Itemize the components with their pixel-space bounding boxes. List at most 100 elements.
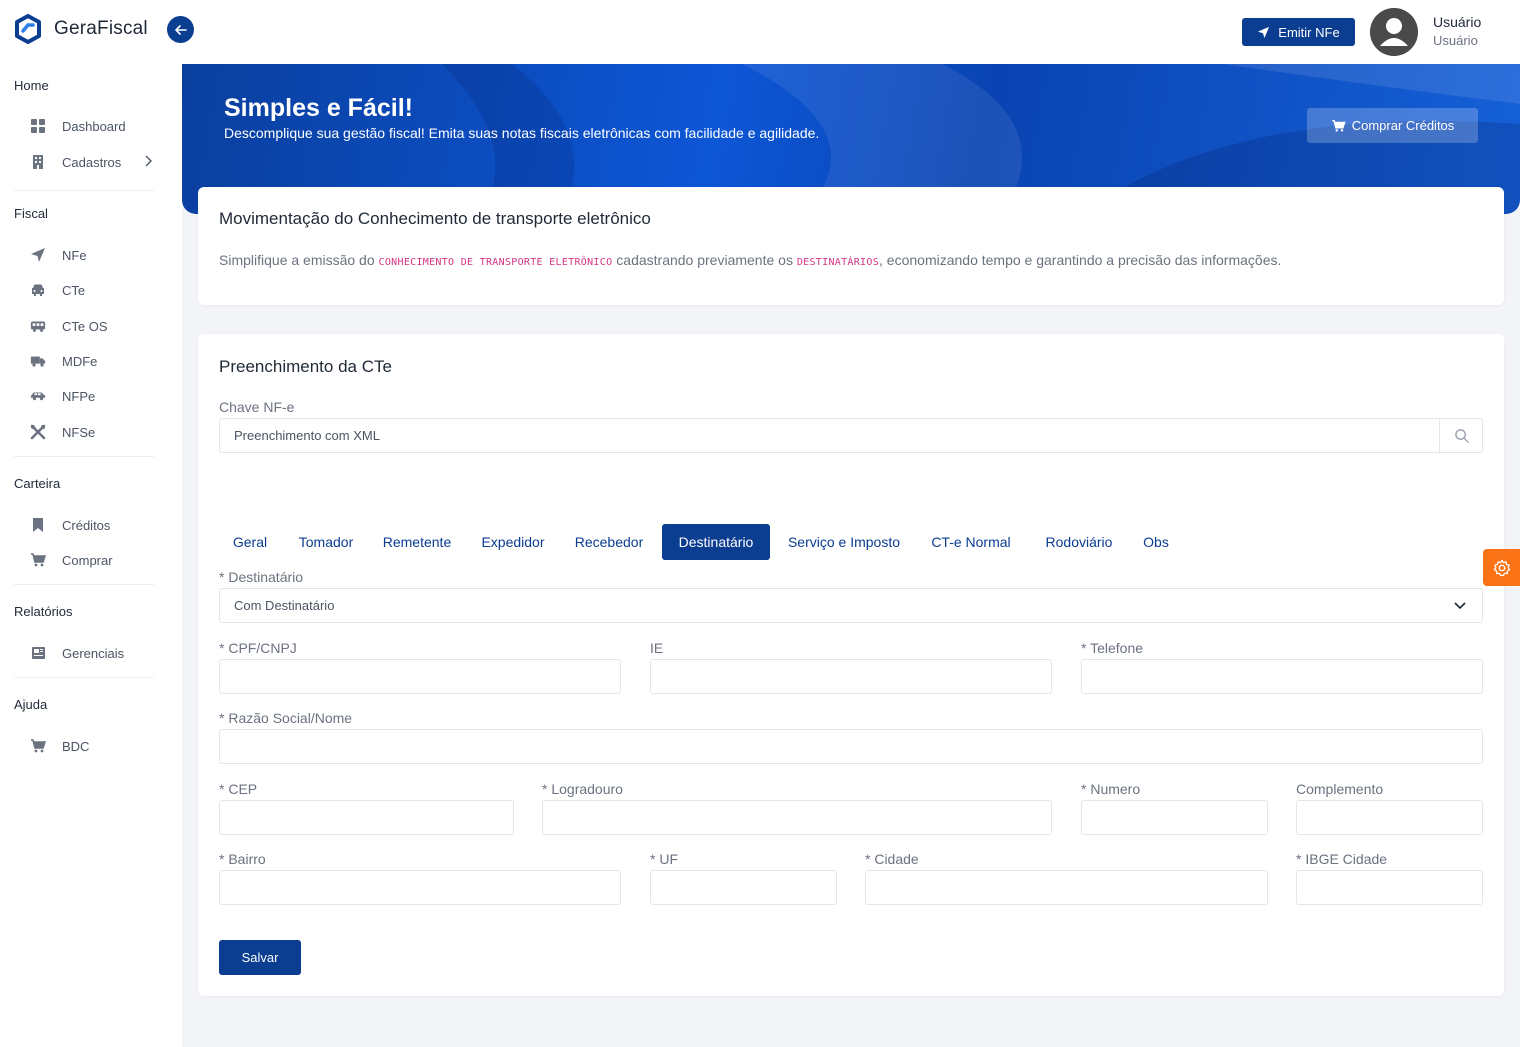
cart-icon bbox=[1332, 119, 1346, 132]
buy-credits-button[interactable]: Comprar Créditos bbox=[1307, 108, 1478, 143]
logradouro-input[interactable] bbox=[542, 800, 1052, 835]
razao-social-input[interactable] bbox=[219, 729, 1483, 764]
sidebar-item-label: Créditos bbox=[62, 517, 111, 533]
cart-icon bbox=[30, 552, 46, 568]
sidebar-item-bdc[interactable]: BDC bbox=[30, 734, 160, 758]
ibge-cidade-input[interactable] bbox=[1296, 870, 1483, 905]
sidebar-item-comprar[interactable]: Comprar bbox=[30, 548, 160, 572]
banner-title: Simples e Fácil! bbox=[224, 94, 413, 122]
code-highlight: DESTINATÁRIOS bbox=[796, 257, 880, 268]
info-card-description: Simplifique a emissão do CONHECIMENTO DE… bbox=[219, 252, 1281, 268]
bairro-label: * Bairro bbox=[219, 851, 266, 867]
chevron-right-icon bbox=[145, 155, 152, 167]
sidebar-item-label: Comprar bbox=[62, 552, 113, 568]
car-icon bbox=[30, 282, 46, 298]
sidebar-item-label: MDFe bbox=[62, 353, 98, 369]
truck-icon bbox=[30, 353, 46, 369]
destinatario-value: Com Destinatário bbox=[234, 598, 335, 613]
uf-input[interactable] bbox=[650, 870, 837, 905]
divider bbox=[14, 456, 154, 457]
telefone-input[interactable] bbox=[1081, 659, 1483, 694]
sidebar-item-dashboard[interactable]: Dashboard bbox=[30, 114, 160, 138]
sidebar-item-label: NFe bbox=[62, 247, 87, 263]
tab-rodoviario[interactable]: Rodoviário bbox=[1034, 524, 1124, 560]
desc-text: Simplifique a emissão do bbox=[219, 252, 379, 268]
search-icon bbox=[1454, 429, 1469, 443]
divider bbox=[14, 190, 154, 191]
user-role: Usuário bbox=[1433, 33, 1478, 48]
sidebar-item-label: Dashboard bbox=[62, 118, 126, 134]
collapse-sidebar-button[interactable] bbox=[167, 16, 194, 43]
section-title-fiscal: Fiscal bbox=[14, 206, 48, 221]
section-title-home: Home bbox=[14, 78, 49, 93]
settings-button[interactable] bbox=[1483, 549, 1520, 586]
avatar[interactable] bbox=[1370, 8, 1418, 56]
sidebar-item-label: Cadastros bbox=[62, 154, 122, 170]
complemento-label: Complemento bbox=[1296, 781, 1384, 797]
building-icon bbox=[30, 154, 46, 170]
info-card-title: Movimentação do Conhecimento de transpor… bbox=[219, 209, 651, 228]
chave-nfe-label: Chave NF-e bbox=[219, 399, 295, 415]
telefone-label: * Telefone bbox=[1081, 640, 1144, 656]
newspaper-icon bbox=[30, 645, 46, 661]
search-button[interactable] bbox=[1439, 419, 1482, 452]
tab-remetente[interactable]: Remetente bbox=[374, 524, 460, 560]
numero-input[interactable] bbox=[1081, 800, 1268, 835]
tab-recebedor[interactable]: Recebedor bbox=[567, 524, 651, 560]
sidebar-item-label: NFPe bbox=[62, 388, 96, 404]
razao-social-label: * Razão Social/Nome bbox=[219, 710, 353, 726]
tab-obs[interactable]: Obs bbox=[1134, 524, 1178, 560]
tab-cte-normal[interactable]: CT-e Normal bbox=[922, 524, 1020, 560]
cpf-cnpj-label: * CPF/CNPJ bbox=[219, 640, 297, 656]
bairro-input[interactable] bbox=[219, 870, 621, 905]
cidade-label: * Cidade bbox=[865, 851, 919, 867]
cep-input[interactable] bbox=[219, 800, 514, 835]
sidebar-item-nfpe[interactable]: NFPe bbox=[30, 384, 160, 408]
sidebar-item-nfe[interactable]: NFe bbox=[30, 243, 160, 267]
complemento-input[interactable] bbox=[1296, 800, 1483, 835]
gerafiscal-logo-icon bbox=[15, 14, 41, 44]
tab-expedidor[interactable]: Expedidor bbox=[472, 524, 554, 560]
save-button[interactable]: Salvar bbox=[219, 940, 301, 975]
tab-tomador[interactable]: Tomador bbox=[289, 524, 363, 560]
cart-icon bbox=[30, 738, 46, 754]
user-icon bbox=[1370, 8, 1418, 56]
tab-destinatario[interactable]: Destinatário bbox=[662, 524, 770, 560]
brand[interactable]: GeraFiscal bbox=[14, 14, 148, 44]
sidebar-item-cadastros[interactable]: Cadastros bbox=[30, 150, 160, 174]
sidebar-item-creditos[interactable]: Créditos bbox=[30, 513, 160, 537]
user-name: Usuário bbox=[1433, 14, 1482, 30]
divider bbox=[14, 584, 154, 585]
cidade-input[interactable] bbox=[865, 870, 1268, 905]
sidebar-item-label: BDC bbox=[62, 738, 90, 754]
banner-subtitle: Descomplique sua gestão fiscal! Emita su… bbox=[224, 125, 820, 141]
chevron-down-icon bbox=[1454, 602, 1466, 610]
sidebar-item-cte[interactable]: CTe bbox=[30, 278, 160, 302]
cpf-cnpj-input[interactable] bbox=[219, 659, 621, 694]
emit-nfe-button[interactable]: Emitir NFe bbox=[1242, 18, 1355, 46]
code-highlight: CONHECIMENTO DE TRANSPORTE ELETRÔNICO bbox=[378, 257, 613, 268]
chave-nfe-input[interactable]: Preenchimento com XML bbox=[219, 418, 1483, 453]
app-name: GeraFiscal bbox=[54, 18, 148, 39]
tab-geral[interactable]: Geral bbox=[219, 524, 281, 560]
destinatario-select[interactable]: Com Destinatário bbox=[219, 588, 1483, 623]
sidebar-item-cte-os[interactable]: CTe OS bbox=[30, 314, 160, 338]
numero-label: * Numero bbox=[1081, 781, 1141, 797]
ie-input[interactable] bbox=[650, 659, 1052, 694]
sidebar-item-gerenciais[interactable]: Gerenciais bbox=[30, 641, 160, 665]
tab-servico-imposto[interactable]: Serviço e Imposto bbox=[777, 524, 911, 560]
divider bbox=[14, 677, 154, 678]
sidebar-item-nfse[interactable]: NFSe bbox=[30, 420, 160, 444]
logradouro-label: * Logradouro bbox=[542, 781, 623, 797]
uf-label: * UF bbox=[650, 851, 678, 867]
buy-credits-label: Comprar Créditos bbox=[1351, 118, 1455, 133]
form-card: Preenchimento da CTe Chave NF-e Preenchi… bbox=[198, 334, 1504, 996]
grid-icon bbox=[30, 118, 46, 134]
send-icon bbox=[30, 247, 46, 263]
cep-label: * CEP bbox=[219, 781, 258, 797]
emit-nfe-label: Emitir NFe bbox=[1278, 24, 1340, 40]
bookmark-icon bbox=[30, 517, 46, 533]
desc-text: cadastrando previamente os bbox=[612, 252, 797, 268]
top-header: GeraFiscal Emitir NFe Usuário Usuário bbox=[0, 0, 1520, 64]
sidebar-item-mdfe[interactable]: MDFe bbox=[30, 349, 160, 373]
